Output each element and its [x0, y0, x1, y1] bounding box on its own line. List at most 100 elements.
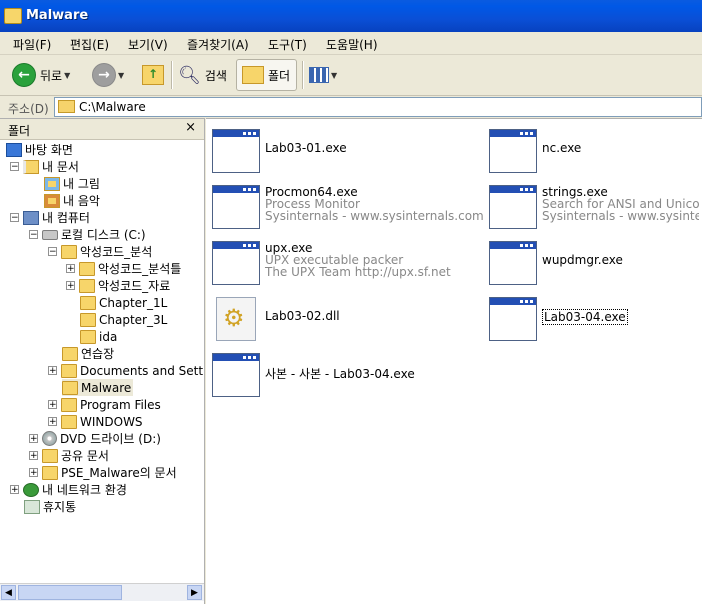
- tree-item-label: DVD 드라이브 (D:): [60, 432, 161, 446]
- scroll-right-icon[interactable]: ▶: [187, 585, 202, 600]
- scrollbar-thumb[interactable]: [18, 585, 122, 600]
- tree-item-folder[interactable]: + Documents and Setti: [48, 362, 204, 379]
- folders-icon: [242, 66, 264, 84]
- dll-file-icon: [216, 297, 256, 341]
- file-list: Lab03-01.exe nc.exe Procmon64.exe Proces…: [206, 118, 702, 604]
- menu-help[interactable]: 도움말(H): [326, 36, 378, 53]
- file-item-selected[interactable]: Lab03-04.exe: [489, 297, 699, 345]
- file-item[interactable]: 사본 - 사본 - Lab03-04.exe: [212, 353, 502, 401]
- menu-favorites[interactable]: 즐겨찾기(A): [187, 36, 249, 53]
- expand-icon[interactable]: +: [10, 485, 19, 495]
- views-button[interactable]: ▼: [309, 59, 337, 91]
- horizontal-scrollbar[interactable]: ◀ ▶: [0, 583, 204, 601]
- scroll-left-icon[interactable]: ◀: [1, 585, 16, 600]
- tree-item-label: 악성코드_분석: [80, 245, 153, 259]
- file-item[interactable]: nc.exe: [489, 129, 699, 177]
- collapse-icon[interactable]: −: [10, 213, 19, 223]
- tree-item-my-music[interactable]: 내 음악: [44, 192, 100, 209]
- up-folder-icon: ↑: [142, 65, 164, 85]
- folder-icon: [58, 100, 75, 113]
- expand-icon[interactable]: +: [48, 417, 57, 427]
- expand-icon[interactable]: +: [48, 400, 57, 410]
- toolbar: ← 뒤로 ▼ → ▼ ↑ 🔍︎ 검색 폴더 ▼: [0, 55, 702, 96]
- folder-icon: [61, 414, 77, 429]
- tree-item-my-documents[interactable]: − 내 문서: [10, 158, 79, 175]
- file-company: The UPX Team http://upx.sf.net: [265, 265, 451, 279]
- file-item[interactable]: upx.exe UPX executable packer The UPX Te…: [212, 241, 482, 289]
- dvd-drive-icon: [42, 431, 57, 446]
- tree-item-malware-selected[interactable]: Malware: [62, 379, 134, 396]
- tree-item-folder[interactable]: + 공유 문서: [29, 447, 109, 464]
- menu-file[interactable]: 파일(F): [13, 36, 51, 53]
- local-disk-icon: [42, 229, 58, 240]
- exe-file-icon: [489, 129, 537, 173]
- file-company: Sysinternals - www.sysinte: [542, 209, 699, 223]
- tree-item-local-disk[interactable]: − 로컬 디스크 (C:): [29, 226, 146, 243]
- tree-item-folder[interactable]: + 악성코드_자료: [66, 277, 170, 294]
- tree-item-folder[interactable]: + PSE_Malware의 문서: [29, 464, 177, 481]
- tree-item-network[interactable]: + 내 네트워크 환경: [10, 481, 127, 498]
- recycle-bin-icon: [24, 499, 40, 514]
- file-item[interactable]: Lab03-01.exe: [212, 129, 482, 177]
- collapse-icon[interactable]: −: [29, 230, 38, 240]
- tree-item-folder[interactable]: + 악성코드_분석틀: [66, 260, 181, 277]
- address-label: 주소(D): [8, 102, 49, 116]
- tree-item-label: Program Files: [80, 397, 161, 412]
- forward-arrow-icon: →: [92, 63, 116, 87]
- expand-icon[interactable]: +: [66, 281, 75, 291]
- file-company: Sysinternals - www.sysinternals.com: [265, 209, 484, 223]
- folders-button[interactable]: 폴더: [236, 59, 297, 91]
- tree-item-dvd-drive[interactable]: + DVD 드라이브 (D:): [29, 430, 161, 447]
- tree-item-label: 공유 문서: [61, 449, 109, 463]
- close-icon[interactable]: ×: [185, 120, 196, 135]
- tree-item-folder[interactable]: − 악성코드_분석: [48, 243, 152, 260]
- search-button[interactable]: 🔍︎ 검색: [178, 59, 227, 91]
- file-item[interactable]: strings.exe Search for ANSI and Unicod S…: [489, 185, 699, 233]
- tree-item-recycle-bin[interactable]: 휴지통: [24, 498, 76, 515]
- tree-item-folder[interactable]: ida: [80, 328, 117, 345]
- expand-icon[interactable]: +: [29, 468, 38, 478]
- expand-icon[interactable]: +: [48, 366, 57, 376]
- tree-item-my-computer[interactable]: − 내 컴퓨터: [10, 209, 90, 226]
- expand-icon[interactable]: +: [29, 434, 38, 444]
- menu-tools[interactable]: 도구(T): [268, 36, 307, 53]
- tree-item-label: 바탕 화면: [25, 143, 73, 157]
- file-name: 사본 - 사본 - Lab03-04.exe: [265, 367, 415, 381]
- collapse-icon[interactable]: −: [10, 162, 19, 172]
- tree-item-folder[interactable]: 연습장: [62, 345, 114, 362]
- chevron-down-icon[interactable]: ▼: [118, 71, 124, 80]
- address-bar: 주소(D) C:\Malware: [0, 96, 702, 118]
- folder-icon: [61, 397, 77, 412]
- tree-item-folder[interactable]: Chapter_3L: [80, 311, 167, 328]
- chevron-down-icon[interactable]: ▼: [64, 71, 70, 80]
- views-icon: [309, 67, 329, 83]
- collapse-icon[interactable]: −: [48, 247, 57, 257]
- tree-item-desktop[interactable]: 바탕 화면: [6, 141, 73, 158]
- tree-item-my-pictures[interactable]: 내 그림: [44, 175, 100, 192]
- tree-item-folder[interactable]: Chapter_1L: [80, 294, 167, 311]
- address-input[interactable]: C:\Malware: [54, 97, 702, 117]
- folders-label: 폴더: [268, 68, 291, 83]
- forward-button[interactable]: → ▼: [92, 59, 124, 91]
- tree-item-label: PSE_Malware의 문서: [61, 466, 177, 480]
- file-item[interactable]: Procmon64.exe Process Monitor Sysinterna…: [212, 185, 487, 233]
- file-item[interactable]: wupdmgr.exe: [489, 241, 699, 289]
- back-button[interactable]: ← 뒤로 ▼: [12, 59, 70, 91]
- exe-file-icon: [212, 241, 260, 285]
- file-name: Lab03-01.exe: [265, 141, 347, 155]
- exe-file-icon: [489, 185, 537, 229]
- toolbar-separator: [302, 61, 304, 89]
- exe-file-icon: [212, 353, 260, 397]
- tree-item-folder[interactable]: + Program Files: [48, 396, 161, 413]
- menu-edit[interactable]: 편집(E): [70, 36, 109, 53]
- menu-view[interactable]: 보기(V): [128, 36, 168, 53]
- up-folder-button[interactable]: ↑: [142, 59, 164, 91]
- exe-file-icon: [212, 185, 260, 229]
- expand-icon[interactable]: +: [29, 451, 38, 461]
- tree-item-label: Documents and Setti: [80, 363, 204, 378]
- tree-item-folder[interactable]: + WINDOWS: [48, 413, 143, 430]
- back-label: 뒤로: [40, 68, 63, 83]
- title-bar: Malware: [0, 0, 702, 32]
- file-item[interactable]: Lab03-02.dll: [212, 297, 482, 345]
- expand-icon[interactable]: +: [66, 264, 75, 274]
